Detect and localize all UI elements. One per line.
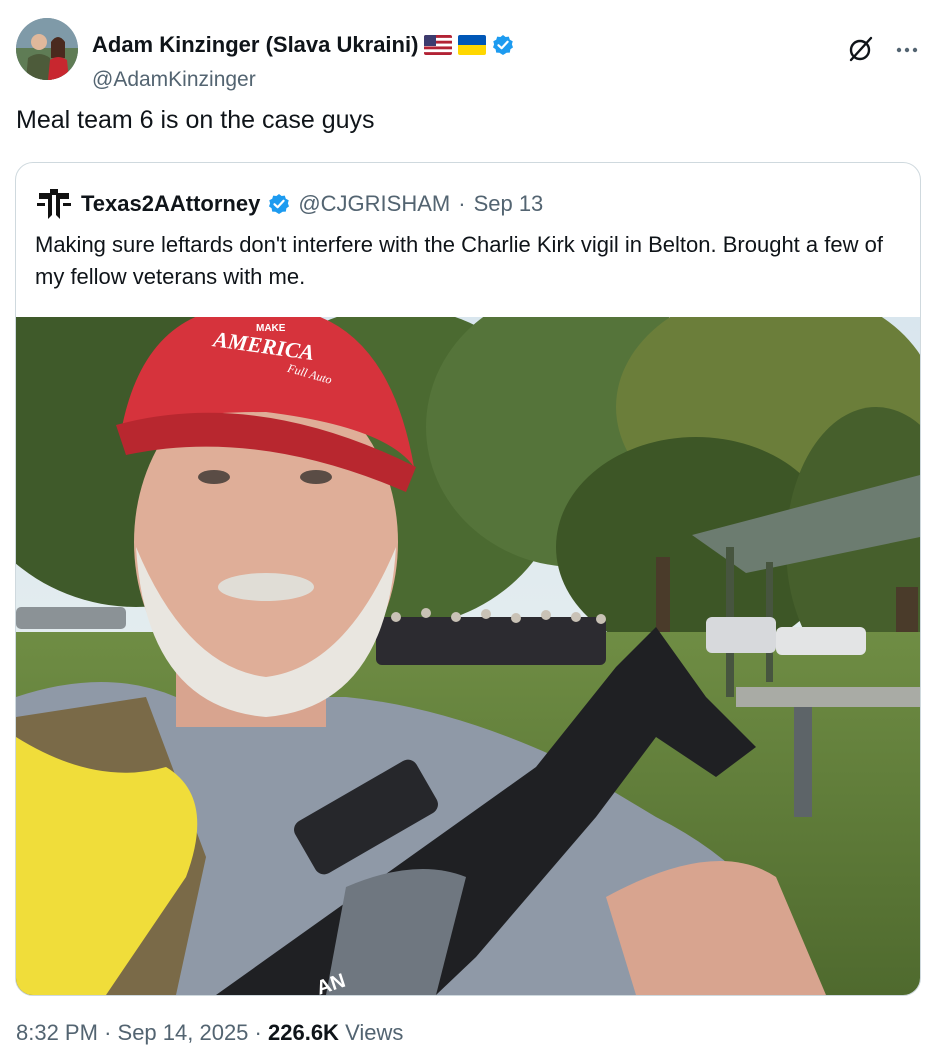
views-count: 226.6K: [268, 1020, 339, 1045]
verified-badge-icon: [492, 34, 514, 56]
quoted-date[interactable]: Sep 13: [474, 191, 544, 217]
meta-separator: ·: [104, 1020, 112, 1045]
grok-icon[interactable]: [846, 34, 876, 64]
author-avatar[interactable]: [16, 18, 78, 80]
quoted-display-name[interactable]: Texas2AAttorney: [81, 191, 260, 217]
meta-separator: ·: [254, 1020, 262, 1045]
quoted-author-avatar[interactable]: [35, 185, 73, 223]
views-label: Views: [345, 1020, 404, 1045]
author-handle[interactable]: @AdamKinzinger: [92, 68, 256, 92]
ukraine-flag-icon: [458, 35, 487, 55]
author-display-name[interactable]: Adam Kinzinger (Slava Ukraini): [92, 32, 418, 58]
quoted-tweet[interactable]: Texas2AAttorney @CJGRISHAM · Sep 13 Maki…: [15, 162, 921, 996]
quoted-photo[interactable]: MAKE AMERICA Full Auto AN: [16, 267, 920, 995]
tweet-meta: 8:32 PM · Sep 14, 2025 · 226.6K Views: [16, 1020, 403, 1046]
us-flag-icon: [424, 35, 453, 55]
quoted-text: Making sure leftards don't interfere wit…: [35, 232, 883, 289]
tweet-header: Adam Kinzinger (Slava Ukraini) @AdamKinz…: [16, 16, 922, 91]
quoted-handle[interactable]: @CJGRISHAM: [298, 191, 450, 217]
quoted-separator: ·: [458, 191, 466, 216]
more-options-icon[interactable]: [892, 34, 922, 64]
tweet-text: Meal team 6 is on the case guys: [16, 106, 375, 134]
tweet-date[interactable]: Sep 14, 2025: [118, 1020, 249, 1045]
tweet-time[interactable]: 8:32 PM: [16, 1020, 98, 1045]
quoted-verified-badge-icon: [268, 193, 290, 215]
